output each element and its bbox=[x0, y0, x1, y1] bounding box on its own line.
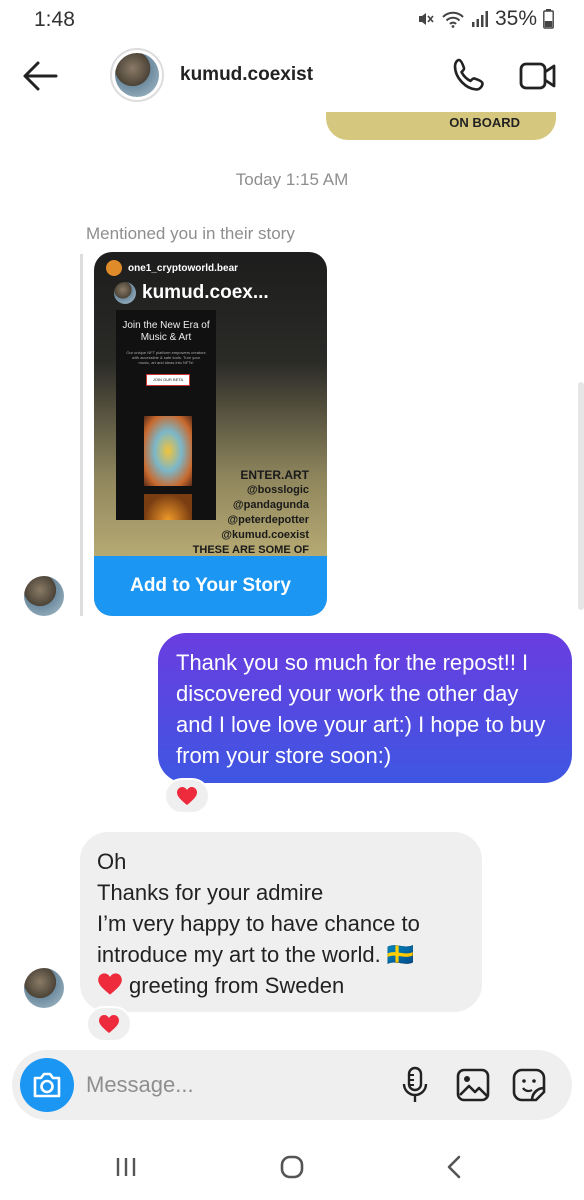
chat-username[interactable]: kumud.coexist bbox=[180, 64, 313, 86]
voice-message-button[interactable] bbox=[400, 1066, 430, 1104]
message-line: Oh bbox=[97, 849, 127, 874]
story-line: @kumud.coexist bbox=[221, 529, 309, 541]
system-nav-bar bbox=[0, 1130, 584, 1200]
status-time: 1:48 bbox=[34, 8, 75, 31]
story-author: one1_cryptoworld.bear bbox=[106, 260, 238, 276]
recent-apps-icon bbox=[116, 1158, 136, 1176]
recent-apps-button[interactable] bbox=[106, 1152, 146, 1182]
back-icon bbox=[447, 1155, 461, 1179]
sent-message-bubble[interactable]: Thank you so much for the repost!! I dis… bbox=[158, 633, 572, 783]
heart-icon bbox=[98, 973, 122, 995]
message-line: I’m very happy to have chance to bbox=[97, 911, 420, 936]
reaction-badge[interactable] bbox=[86, 1006, 132, 1042]
sticker-icon bbox=[512, 1068, 546, 1102]
system-back-button[interactable] bbox=[434, 1152, 474, 1182]
mute-icon bbox=[418, 13, 434, 25]
arrow-left-icon bbox=[23, 61, 58, 91]
story-author-name: one1_cryptoworld.bear bbox=[128, 262, 239, 274]
image-icon bbox=[456, 1068, 490, 1102]
camera-icon bbox=[33, 1072, 61, 1098]
message-line: introduce my art to the world. 🇸🇪 bbox=[97, 942, 415, 967]
gallery-button[interactable] bbox=[456, 1068, 490, 1102]
story-promo-button: JOIN OUR BETA bbox=[146, 374, 190, 386]
previous-message-bubble: ON BOARD bbox=[326, 112, 556, 140]
reaction-badge[interactable] bbox=[164, 778, 210, 814]
audio-call-button[interactable] bbox=[450, 56, 488, 94]
sender-avatar[interactable] bbox=[24, 576, 64, 616]
heart-icon bbox=[99, 1015, 119, 1033]
message-input[interactable] bbox=[86, 1064, 386, 1106]
message-composer bbox=[12, 1050, 572, 1120]
home-icon bbox=[280, 1155, 304, 1179]
timestamp: Today 1:15 AM bbox=[235, 170, 349, 189]
story-author-avatar bbox=[106, 260, 122, 276]
message-thread[interactable]: ON BOARD Today 1:15 AM Mentioned you in … bbox=[0, 112, 584, 1050]
story-artwork bbox=[144, 416, 192, 486]
story-line: @peterdepotter bbox=[227, 514, 309, 526]
signal-icon bbox=[471, 11, 488, 27]
wifi-icon bbox=[442, 11, 464, 28]
story-mention-text: kumud.coex... bbox=[142, 282, 269, 303]
mention-avatar bbox=[114, 282, 136, 304]
scrollbar[interactable] bbox=[578, 382, 584, 610]
back-button[interactable] bbox=[20, 58, 60, 94]
status-icons: 35% bbox=[417, 7, 554, 31]
message-line: Thanks for your admire bbox=[97, 880, 324, 905]
microphone-icon bbox=[402, 1066, 428, 1102]
status-bar: 1:48 35% bbox=[0, 0, 584, 40]
received-message-bubble[interactable]: Oh Thanks for your admire I’m very happy… bbox=[80, 832, 482, 1012]
mention-divider bbox=[80, 254, 83, 616]
previous-message-text: ON BOARD bbox=[449, 115, 520, 130]
story-promo-fine-print: Our unique NFT platform empowers creator… bbox=[126, 350, 206, 365]
add-to-story-button[interactable]: Add to Your Story bbox=[94, 556, 327, 616]
story-line: @bosslogic bbox=[246, 484, 309, 496]
battery-percent: 35% bbox=[494, 7, 537, 30]
sticker-button[interactable] bbox=[512, 1068, 546, 1102]
message-line-with-heart: greeting from Sweden bbox=[97, 970, 466, 1001]
home-button[interactable] bbox=[272, 1152, 312, 1182]
message-text: greeting from Sweden bbox=[129, 973, 345, 998]
camera-button[interactable] bbox=[20, 1058, 74, 1112]
video-camera-icon bbox=[519, 62, 556, 90]
story-overlay-text: ENTER.ART @bosslogic @pandagunda @peterd… bbox=[193, 468, 309, 558]
chat-header: kumud.coexist bbox=[0, 40, 584, 112]
story-promo-title: Join the New Era of Music & Art bbox=[122, 320, 210, 343]
story-mention-sticker: kumud.coex... bbox=[114, 282, 269, 304]
phone-icon bbox=[453, 58, 484, 91]
video-call-button[interactable] bbox=[518, 58, 558, 94]
profile-avatar[interactable] bbox=[110, 48, 164, 102]
battery-icon bbox=[543, 9, 554, 29]
sender-avatar[interactable] bbox=[24, 968, 64, 1008]
heart-icon bbox=[177, 787, 197, 805]
story-line: @pandagunda bbox=[232, 499, 309, 511]
story-line: ENTER.ART bbox=[240, 468, 309, 482]
story-preview-card[interactable]: one1_cryptoworld.bear kumud.coex... Join… bbox=[94, 252, 327, 616]
story-artwork-2 bbox=[144, 494, 192, 520]
avatar-image bbox=[115, 53, 159, 97]
story-mention-label: Mentioned you in their story bbox=[86, 224, 295, 243]
